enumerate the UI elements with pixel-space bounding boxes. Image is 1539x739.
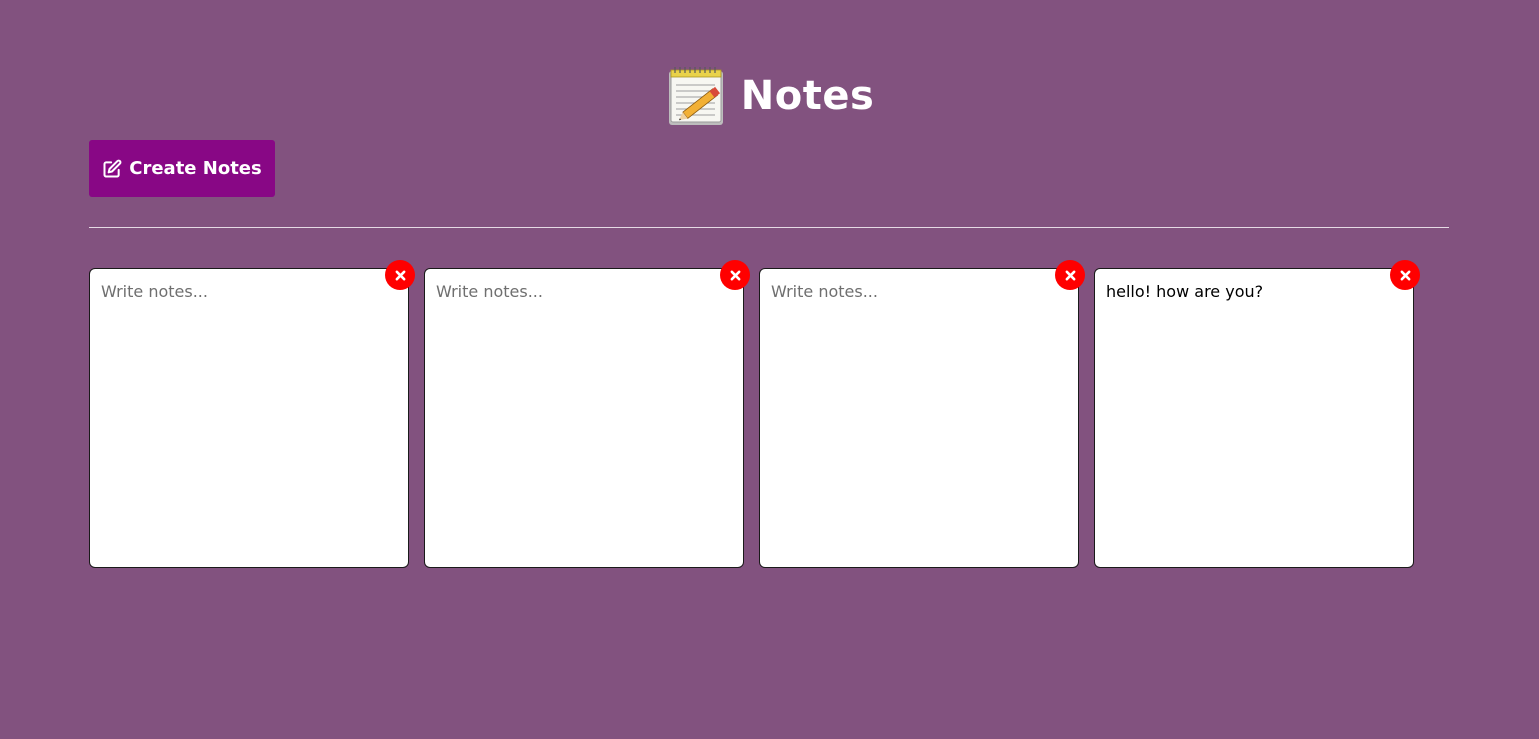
close-icon xyxy=(730,270,740,280)
delete-note-button[interactable] xyxy=(1390,260,1420,290)
close-icon xyxy=(395,270,405,280)
create-notes-button[interactable]: Create Notes xyxy=(89,140,275,197)
note-textarea[interactable] xyxy=(89,268,409,568)
page-header: Notes xyxy=(0,62,1539,130)
note-card xyxy=(759,260,1085,568)
delete-note-button[interactable] xyxy=(720,260,750,290)
close-icon xyxy=(1400,270,1410,280)
delete-note-button[interactable] xyxy=(385,260,415,290)
note-card xyxy=(424,260,750,568)
notes-list xyxy=(89,260,1420,568)
page-title: Notes xyxy=(740,73,875,119)
notepad-pencil-icon xyxy=(668,67,723,125)
close-icon xyxy=(1065,270,1075,280)
note-textarea[interactable] xyxy=(759,268,1079,568)
note-textarea[interactable] xyxy=(1094,268,1414,568)
note-card xyxy=(89,260,415,568)
note-textarea[interactable] xyxy=(424,268,744,568)
note-card xyxy=(1094,260,1420,568)
divider xyxy=(89,227,1449,228)
delete-note-button[interactable] xyxy=(1055,260,1085,290)
create-notes-label: Create Notes xyxy=(129,158,262,179)
edit-icon xyxy=(103,159,122,177)
